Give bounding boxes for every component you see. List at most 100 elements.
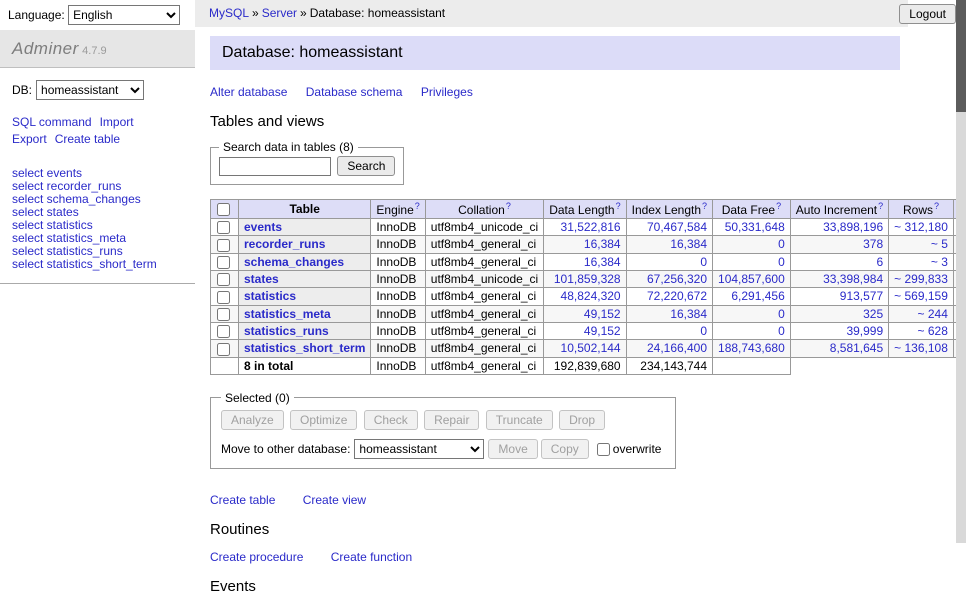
rows-link[interactable]: ~ 136,108 [894,341,948,355]
privileges-link[interactable]: Privileges [421,85,473,99]
doc-help-link[interactable]: ? [415,201,420,211]
create-view-link[interactable]: Create view [303,493,366,507]
data-length-link[interactable]: 49,152 [584,307,621,321]
table-name-link[interactable]: recorder_runs [244,237,325,251]
rows-link[interactable]: ~ 569,159 [894,289,948,303]
move-button[interactable]: Move [488,439,537,459]
create-table-link[interactable]: Create table [55,132,120,146]
sidebar-item-select-statistics-meta[interactable]: select statistics_meta [12,232,183,245]
doc-help-link[interactable]: ? [934,201,939,211]
create-procedure-link[interactable]: Create procedure [210,550,303,564]
table-name-link[interactable]: states [244,272,279,286]
index-length-link[interactable]: 67,256,320 [647,272,707,286]
overwrite-checkbox[interactable] [597,443,610,456]
auto-increment-link[interactable]: 39,999 [846,324,883,338]
auto-increment-link[interactable]: 8,581,645 [830,341,883,355]
logout-button[interactable]: Logout [899,4,956,24]
sidebar-item-select-states[interactable]: select states [12,206,183,219]
create-table-link-main[interactable]: Create table [210,493,275,507]
row-select-checkbox[interactable] [217,256,230,269]
sql-command-link[interactable]: SQL command [12,115,92,129]
auto-increment-link[interactable]: 378 [863,237,883,251]
row-select-checkbox[interactable] [217,221,230,234]
data-length-link[interactable]: 49,152 [584,324,621,338]
db-select[interactable]: homeassistant [36,80,144,100]
index-length-link[interactable]: 16,384 [670,307,707,321]
table-name-link[interactable]: events [244,220,282,234]
auto-increment-link[interactable]: 325 [863,307,883,321]
sidebar-item-select-events[interactable]: select events [12,167,183,180]
auto-increment-link[interactable]: 33,898,196 [823,220,883,234]
row-select-checkbox[interactable] [217,308,230,321]
data-free-link[interactable]: 104,857,600 [718,272,785,286]
language-select[interactable]: English [68,5,180,25]
index-length-link[interactable]: 24,166,400 [647,341,707,355]
index-length-link[interactable]: 16,384 [670,237,707,251]
doc-help-link[interactable]: ? [506,201,511,211]
index-length-link[interactable]: 0 [700,324,707,338]
rows-link[interactable]: ~ 3 [931,255,948,269]
rows-link[interactable]: ~ 299,833 [894,272,948,286]
table-name-link[interactable]: schema_changes [244,255,344,269]
optimize-button[interactable]: Optimize [290,410,357,430]
sidebar-item-select-statistics-runs[interactable]: select statistics_runs [12,245,183,258]
row-select-checkbox[interactable] [217,325,230,338]
auto-increment-link[interactable]: 913,577 [840,289,883,303]
data-length-link[interactable]: 16,384 [584,255,621,269]
row-select-checkbox[interactable] [217,273,230,286]
auto-increment-link[interactable]: 6 [876,255,883,269]
copy-button[interactable]: Copy [541,439,589,459]
data-length-link[interactable]: 48,824,320 [561,289,621,303]
table-name-link[interactable]: statistics [244,289,296,303]
data-free-link[interactable]: 0 [778,255,785,269]
doc-help-link[interactable]: ? [616,201,621,211]
select-all-checkbox[interactable] [217,203,230,216]
data-length-link[interactable]: 31,522,816 [561,220,621,234]
data-free-link[interactable]: 50,331,648 [725,220,785,234]
sidebar-item-select-statistics-short-term[interactable]: select statistics_short_term [12,258,183,271]
data-free-link[interactable]: 6,291,456 [731,289,784,303]
import-link[interactable]: Import [100,115,134,129]
alter-database-link[interactable]: Alter database [210,85,287,99]
sidebar-item-select-schema-changes[interactable]: select schema_changes [12,193,183,206]
row-select-checkbox[interactable] [217,239,230,252]
app-name[interactable]: Adminer [12,39,79,58]
analyze-button[interactable]: Analyze [221,410,284,430]
search-button[interactable]: Search [337,156,395,176]
row-select-checkbox[interactable] [217,291,230,304]
export-link[interactable]: Export [12,132,47,146]
data-length-link[interactable]: 101,859,328 [554,272,621,286]
data-length-link[interactable]: 16,384 [584,237,621,251]
data-length-link[interactable]: 10,502,144 [561,341,621,355]
auto-increment-link[interactable]: 33,398,984 [823,272,883,286]
table-name-link[interactable]: statistics_short_term [244,341,365,355]
database-schema-link[interactable]: Database schema [306,85,403,99]
index-length-link[interactable]: 70,467,584 [647,220,707,234]
rows-link[interactable]: ~ 5 [931,237,948,251]
table-name-link[interactable]: statistics_meta [244,307,331,321]
row-select-checkbox[interactable] [217,343,230,356]
data-free-link[interactable]: 0 [778,324,785,338]
truncate-button[interactable]: Truncate [486,410,553,430]
create-function-link[interactable]: Create function [331,550,412,564]
index-length-link[interactable]: 72,220,672 [647,289,707,303]
data-free-link[interactable]: 0 [778,307,785,321]
search-input[interactable] [219,157,331,176]
data-free-link[interactable]: 188,743,680 [718,341,785,355]
data-free-link[interactable]: 0 [778,237,785,251]
drop-button[interactable]: Drop [559,410,605,430]
scrollbar[interactable] [956,0,966,543]
move-db-select[interactable]: homeassistant [354,439,484,459]
breadcrumb-mysql-link[interactable]: MySQL [209,6,249,20]
index-length-link[interactable]: 0 [700,255,707,269]
check-button[interactable]: Check [364,410,418,430]
doc-help-link[interactable]: ? [878,201,883,211]
doc-help-link[interactable]: ? [702,201,707,211]
sidebar-item-select-statistics[interactable]: select statistics [12,219,183,232]
scrollbar-thumb[interactable] [956,0,966,112]
sidebar-item-select-recorder-runs[interactable]: select recorder_runs [12,180,183,193]
repair-button[interactable]: Repair [424,410,479,430]
doc-help-link[interactable]: ? [776,201,781,211]
rows-link[interactable]: ~ 628 [918,324,948,338]
rows-link[interactable]: ~ 244 [918,307,948,321]
